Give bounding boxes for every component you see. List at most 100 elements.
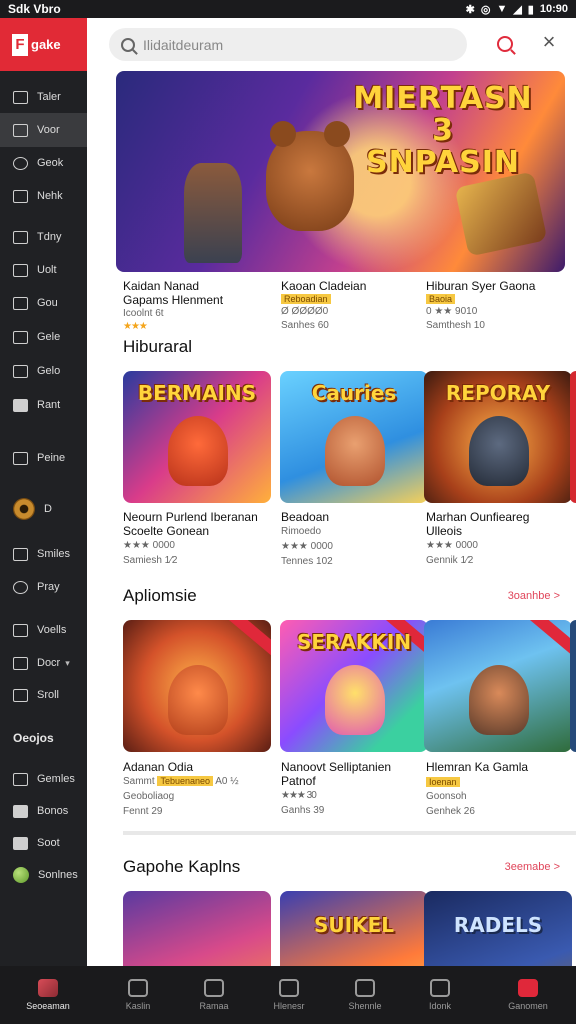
sidebar-item-label: Nehk bbox=[37, 190, 63, 202]
sidebar-item-taler[interactable]: Taler bbox=[0, 80, 87, 114]
home-icon bbox=[38, 979, 58, 997]
game-card[interactable]: SUIKEL bbox=[280, 891, 428, 966]
game-card[interactable] bbox=[123, 620, 271, 752]
hero-banner[interactable]: MIERTASN 3 SNPASIN bbox=[116, 71, 565, 272]
sidebar-item-label: Taler bbox=[37, 91, 61, 103]
sidebar-section-label: Oeojos bbox=[13, 731, 54, 745]
sidebar-item-voor[interactable]: Voor bbox=[0, 113, 87, 147]
sidebar-item-pray[interactable]: Pray bbox=[0, 570, 87, 604]
sidebar-item-label: Pray bbox=[37, 581, 60, 593]
game-name: Nanoovt Selliptanien bbox=[281, 760, 392, 774]
refresh-icon bbox=[13, 580, 28, 594]
status-time: 10:90 bbox=[539, 3, 568, 15]
game-card[interactable]: BERMAINS bbox=[123, 371, 271, 503]
game-meta: Goonsoh bbox=[426, 791, 467, 802]
app-root: Sdk Vbro ✱ ◎ ▼ ◢ ▮ 10:90 F gake Taler Vo… bbox=[0, 0, 576, 1024]
see-more-link[interactable]: 3oanhbe > bbox=[508, 590, 560, 602]
game-card[interactable]: SERAKKIN bbox=[280, 620, 428, 752]
sidebar-item-tdny[interactable]: Tdny bbox=[0, 220, 87, 254]
sidebar-item-label: Gou bbox=[37, 297, 58, 309]
next-card-peek[interactable] bbox=[570, 371, 576, 503]
nav-hlenesr[interactable]: Hlenesr bbox=[251, 966, 327, 1024]
card-info[interactable]: Nanoovt Selliptanien Patnof ★★★ 30 Ganhs… bbox=[281, 760, 431, 818]
search-button-icon[interactable] bbox=[497, 36, 513, 52]
folder-icon bbox=[13, 364, 28, 378]
card-info[interactable]: Beadoan Rimoedo ★★★ 0000 Tennes 102 bbox=[281, 510, 431, 569]
search-input[interactable] bbox=[143, 36, 443, 53]
app-logo[interactable]: F gake bbox=[0, 18, 87, 71]
monitor-icon bbox=[13, 123, 28, 137]
card-info[interactable]: Adanan Odia Sammt Tebuenaneo A0 ½ Geobol… bbox=[123, 760, 273, 819]
game-card[interactable]: Cauries bbox=[280, 371, 428, 503]
next-card-peek[interactable] bbox=[570, 620, 576, 752]
search-icon bbox=[121, 37, 135, 52]
nav-home[interactable]: Seoeaman bbox=[10, 966, 86, 1024]
game-name: Kaoan Cladeian bbox=[281, 279, 367, 293]
sidebar-item-smiles[interactable]: Smiles bbox=[0, 537, 87, 571]
sidebar-item-uolt[interactable]: Uolt bbox=[0, 253, 87, 287]
card-info[interactable]: Neourn Purlend Iberanan Scoelte Gonean ★… bbox=[123, 510, 273, 568]
sidebar-item-sonlnes[interactable]: Sonlnes bbox=[0, 858, 87, 892]
sidebar-item-geok[interactable]: Geok bbox=[0, 146, 87, 180]
game-tag: Tebuenaneo bbox=[157, 776, 214, 786]
sidebar-item-gou[interactable]: Gou bbox=[0, 286, 87, 320]
card-info[interactable]: Hlemran Ka Gamla Ioenan Goonsoh Genhek 2… bbox=[426, 760, 576, 819]
signal-icon: ◢ bbox=[513, 3, 522, 16]
gamepad-icon bbox=[355, 979, 375, 997]
card-title-art: REPORAY bbox=[445, 381, 551, 405]
hero-title: MIERTASN 3 SNPASIN bbox=[338, 83, 548, 179]
nav-ganomen[interactable]: Ganomen bbox=[490, 966, 566, 1024]
nav-shennle[interactable]: Shennle bbox=[327, 966, 403, 1024]
game-meta: ★★★ 0000 bbox=[426, 540, 478, 551]
sidebar-item-label: Gemles bbox=[37, 773, 75, 785]
sidebar-item-rant[interactable]: Rant bbox=[0, 388, 87, 422]
sidebar-item-voells[interactable]: Voells bbox=[0, 613, 87, 647]
nav-ramaa[interactable]: Ramaa bbox=[176, 966, 252, 1024]
logo-mark-icon: F bbox=[12, 33, 28, 56]
game-card[interactable]: RADELS bbox=[424, 891, 572, 966]
battery-icon: ▮ bbox=[527, 3, 534, 16]
sidebar-item-sroll[interactable]: Sroll bbox=[0, 678, 87, 712]
nav-kaslin[interactable]: Kaslin bbox=[100, 966, 176, 1024]
game-subtitle: Sammt bbox=[123, 776, 155, 787]
card-character bbox=[325, 665, 385, 735]
logo-text: gake bbox=[31, 37, 61, 52]
sidebar-item-docr[interactable]: Docr ▾ bbox=[0, 646, 87, 680]
game-card[interactable] bbox=[123, 891, 271, 966]
sidebar-item-nehk[interactable]: Nehk bbox=[0, 179, 87, 213]
bluetooth-icon: ✱ bbox=[465, 3, 475, 16]
card-character bbox=[469, 665, 529, 735]
nav-idonk[interactable]: Idonk bbox=[402, 966, 478, 1024]
hero-character-robot bbox=[454, 171, 548, 257]
sidebar-section-heading: Oeojos bbox=[0, 721, 87, 755]
sidebar-item-d[interactable]: D bbox=[0, 492, 87, 526]
game-meta: ★★★ 0000 bbox=[281, 541, 333, 552]
search-bar[interactable] bbox=[109, 28, 467, 61]
game-meta2: Tennes 102 bbox=[281, 556, 333, 567]
hero-game-info[interactable]: Kaoan Cladeian Reboadian Ø ØØØØ0 Sanhes … bbox=[281, 279, 421, 333]
see-more-link[interactable]: 3eemabe > bbox=[505, 861, 560, 873]
section-title: Gapohe Kaplns bbox=[123, 857, 241, 876]
card-info[interactable]: Marhan Ounfieareg Ulleois ★★★ 0000 Genni… bbox=[426, 510, 576, 568]
game-subtitle: Patnof bbox=[281, 774, 316, 788]
wifi-icon: ▼ bbox=[496, 3, 508, 15]
sidebar-item-gelo[interactable]: Gelo bbox=[0, 354, 87, 388]
game-tag: Ioenan bbox=[426, 777, 460, 787]
sidebar-item-label: Sroll bbox=[37, 689, 60, 701]
sidebar-item-soot[interactable]: Soot bbox=[0, 826, 87, 860]
home-icon bbox=[13, 296, 28, 310]
game-meta: 0 ★★ 9010 bbox=[426, 306, 478, 317]
sidebar-item-gele[interactable]: Gele bbox=[0, 320, 87, 354]
game-card[interactable] bbox=[424, 620, 572, 752]
sidebar-item-label: Bonos bbox=[37, 805, 69, 817]
heart-icon bbox=[13, 156, 28, 170]
top-bar: × bbox=[87, 18, 576, 71]
sidebar-item-peine[interactable]: Peine bbox=[0, 441, 87, 475]
sidebar-item-label: Voells bbox=[37, 624, 67, 636]
game-card[interactable]: REPORAY bbox=[424, 371, 572, 503]
hero-game-info[interactable]: Hiburan Syer Gaona Baoia 0 ★★ 9010 Samth… bbox=[426, 279, 566, 333]
sidebar-item-gemles[interactable]: Gemles bbox=[0, 762, 87, 796]
close-icon[interactable]: × bbox=[539, 31, 559, 53]
sidebar-item-bonos[interactable]: Bonos bbox=[0, 794, 87, 828]
hero-game-info[interactable]: Kaidan Nanad Gapams Hlenment Icoolnt 6t … bbox=[123, 279, 263, 332]
